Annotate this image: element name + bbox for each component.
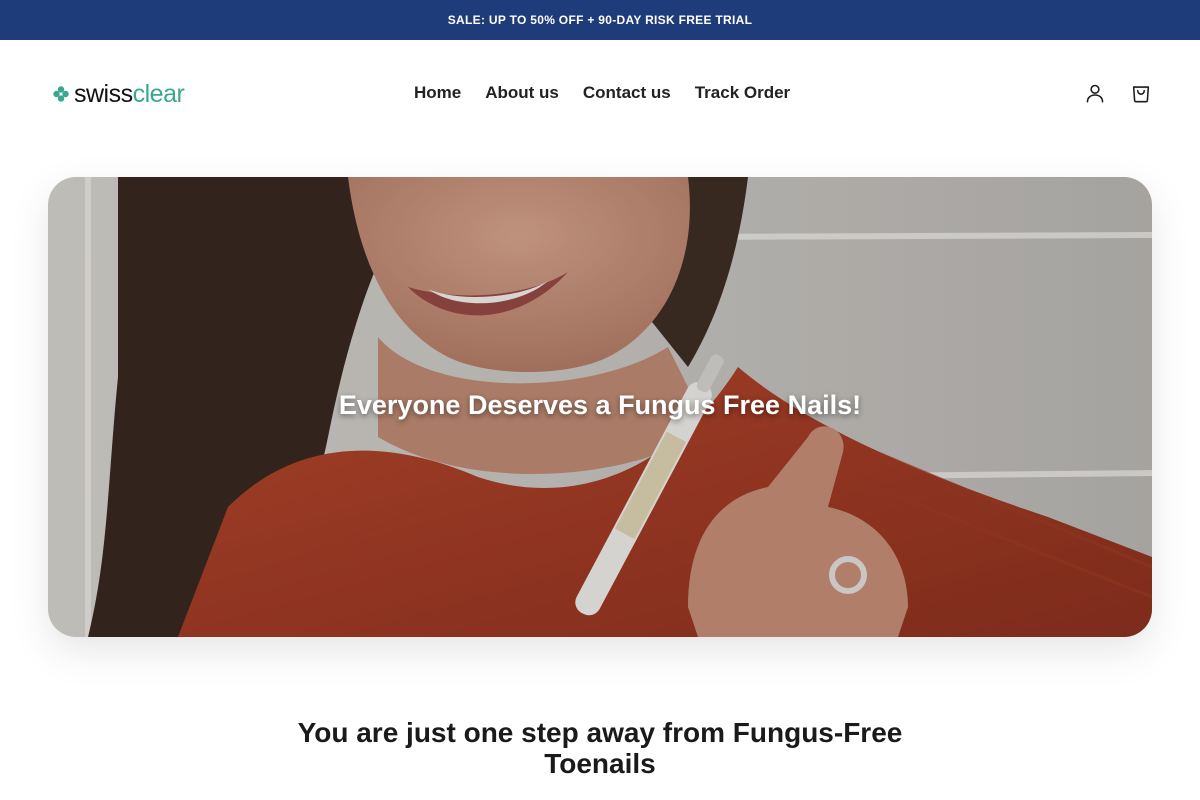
cart-icon[interactable]: [1130, 82, 1152, 104]
logo-text-clear: clear: [132, 79, 185, 108]
hero-title: Everyone Deserves a Fungus Free Nails!: [338, 390, 862, 420]
hero-banner: Everyone Deserves a Fungus Free Nails!: [48, 177, 1152, 637]
logo-text-swiss: swiss: [74, 79, 133, 108]
section-heading: You are just one step away from Fungus-F…: [290, 717, 910, 779]
section-heading-line-1: You are just one step away from Fungus-F…: [297, 717, 903, 748]
announcement-bar: SALE: UP TO 50% OFF + 90-DAY RISK FREE T…: [0, 0, 1200, 40]
section-heading-line-2: Toenails: [544, 748, 656, 779]
logo-wordmark: swissclear: [74, 79, 185, 108]
clover-icon: [53, 86, 69, 102]
site-logo[interactable]: swissclear: [52, 79, 185, 108]
nav-about-us[interactable]: About us: [485, 81, 559, 105]
nav-track-order[interactable]: Track Order: [695, 81, 790, 105]
announcement-text: SALE: UP TO 50% OFF + 90-DAY RISK FREE T…: [447, 13, 753, 27]
account-icon[interactable]: [1084, 82, 1106, 104]
nav-contact-us[interactable]: Contact us: [583, 81, 671, 105]
nav-home[interactable]: Home: [414, 81, 461, 105]
site-header: swissclear Home About us Contact us Trac…: [0, 40, 1200, 146]
main-nav: Home About us Contact us Track Order: [414, 81, 790, 105]
